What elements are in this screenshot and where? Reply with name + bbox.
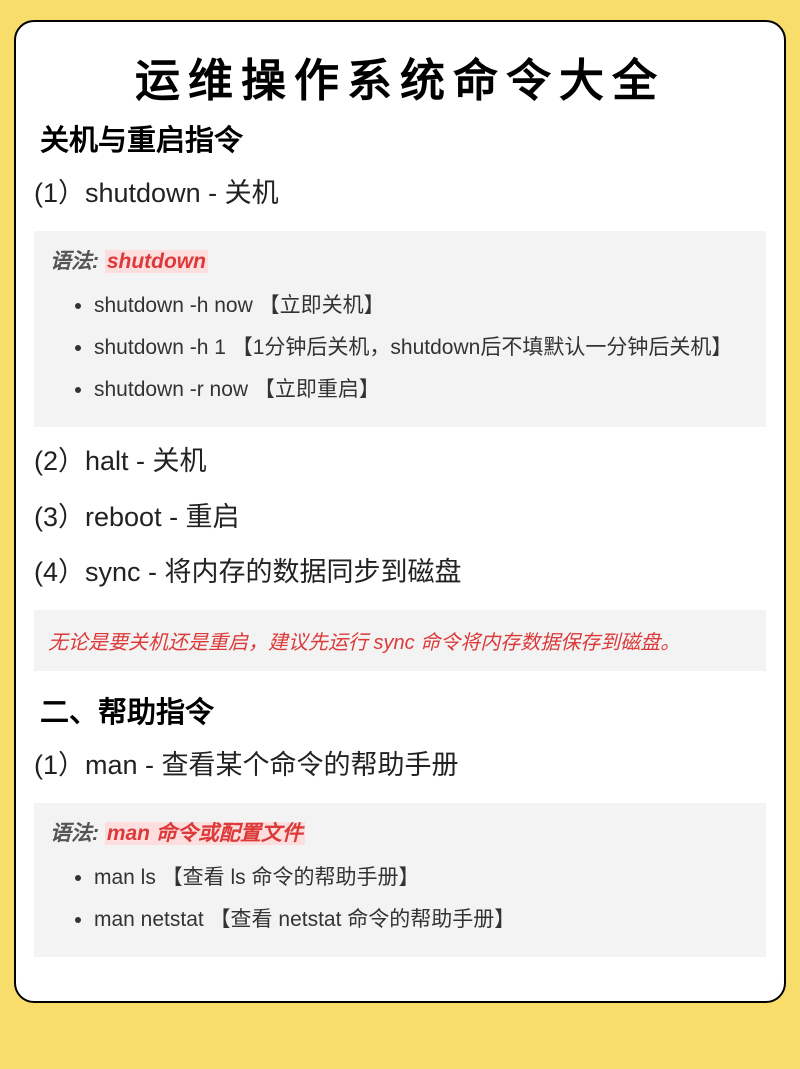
cmd-item-sync: (4）sync - 将内存的数据同步到磁盘 [34, 554, 766, 592]
syntax-label: 语法: [50, 822, 105, 845]
list-item: shutdown -r now 【立即重启】 [94, 369, 750, 411]
document-card: 运维操作系统命令大全 关机与重启指令 (1）shutdown - 关机 语法: … [14, 20, 786, 1003]
syntax-box-shutdown: 语法: shutdown shutdown -h now 【立即关机】 shut… [34, 231, 766, 427]
cmd-item-reboot: (3）reboot - 重启 [34, 499, 766, 537]
note-text: 无论是要关机还是重启，建议先运行 sync 命令将内存数据保存到磁盘。 [48, 626, 752, 655]
note-box: 无论是要关机还是重启，建议先运行 sync 命令将内存数据保存到磁盘。 [34, 610, 766, 671]
syntax-line: 语法: man 命令或配置文件 [50, 817, 750, 847]
list-item: man ls 【查看 ls 命令的帮助手册】 [94, 857, 750, 899]
syntax-label: 语法: [50, 250, 105, 273]
syntax-box-man: 语法: man 命令或配置文件 man ls 【查看 ls 命令的帮助手册】 m… [34, 803, 766, 957]
list-item: shutdown -h now 【立即关机】 [94, 285, 750, 327]
section-heading-help: 二、帮助指令 [34, 689, 766, 731]
example-list: shutdown -h now 【立即关机】 shutdown -h 1 【1分… [50, 285, 750, 411]
cmd-item-man: (1）man - 查看某个命令的帮助手册 [34, 747, 766, 785]
main-title: 运维操作系统命令大全 [34, 44, 766, 109]
syntax-command: shutdown [105, 250, 208, 273]
example-list: man ls 【查看 ls 命令的帮助手册】 man netstat 【查看 n… [50, 857, 750, 941]
cmd-item-shutdown: (1）shutdown - 关机 [34, 175, 766, 213]
syntax-line: 语法: shutdown [50, 245, 750, 275]
list-item: shutdown -h 1 【1分钟后关机，shutdown后不填默认一分钟后关… [94, 327, 750, 369]
cmd-item-halt: (2）halt - 关机 [34, 443, 766, 481]
section-heading-shutdown: 关机与重启指令 [34, 117, 766, 159]
list-item: man netstat 【查看 netstat 命令的帮助手册】 [94, 899, 750, 941]
syntax-command: man 命令或配置文件 [105, 822, 305, 845]
